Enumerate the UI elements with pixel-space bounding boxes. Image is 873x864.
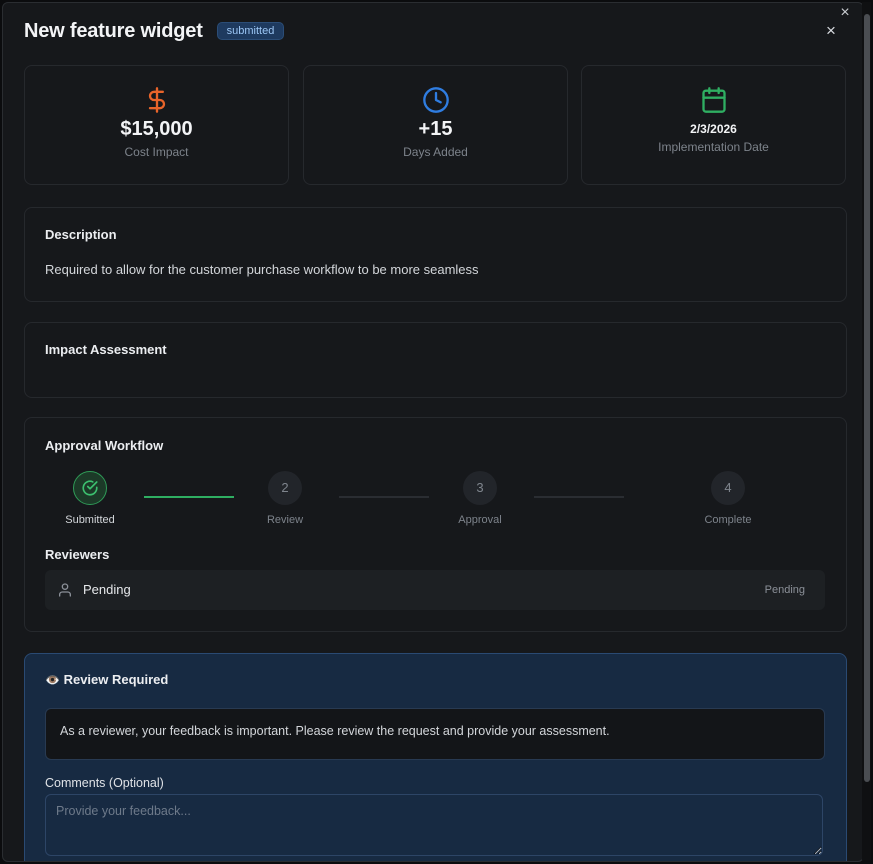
days-added-card: +15 Days Added [303, 65, 568, 185]
cost-impact-label: Cost Impact [124, 145, 189, 159]
step-label: Approval [458, 514, 502, 526]
comments-textarea[interactable] [45, 794, 823, 856]
workflow-step-complete: 4 Complete [683, 471, 773, 526]
step-connector [339, 496, 429, 498]
outer-close-button[interactable]: × [836, 4, 854, 22]
check-circle-icon [82, 480, 98, 496]
step-number: 4 [711, 471, 745, 505]
impact-assessment-title: Impact Assessment [45, 342, 167, 357]
comments-label: Comments (Optional) [45, 776, 164, 790]
user-icon [59, 583, 71, 597]
days-added-value: +15 [418, 118, 453, 140]
description-title: Description [45, 227, 117, 242]
workflow-step-submitted: Submitted [45, 471, 135, 526]
implementation-date-value: 2/3/2026 [690, 122, 737, 136]
modal-header: New feature widget submitted [24, 17, 285, 45]
cost-impact-value: $15,000 [120, 118, 193, 140]
step-label: Review [266, 514, 304, 526]
calendar-icon [701, 87, 726, 113]
modal-title: New feature widget [24, 19, 203, 42]
scrollbar-thumb[interactable] [864, 14, 870, 782]
dollar-icon [148, 87, 165, 113]
review-required-title: 👁️ Review Required [45, 672, 168, 687]
step-connector [534, 496, 624, 498]
reviewers-title: Reviewers [45, 547, 110, 562]
approval-workflow-section: Approval Workflow Submitted 2 Review 3 A… [24, 417, 847, 632]
description-text: Required to allow for the customer purch… [45, 262, 479, 277]
workflow-step-review: 2 Review [240, 471, 330, 526]
change-request-modal: New feature widget submitted × $15,000 C… [2, 2, 864, 862]
reviewer-name: Pending [83, 582, 131, 597]
reviewer-info-text: As a reviewer, your feedback is importan… [60, 724, 610, 738]
status-badge: submitted [216, 22, 285, 40]
step-label: Complete [704, 514, 752, 526]
impact-assessment-section: Impact Assessment [24, 322, 847, 398]
description-section: Description Required to allow for the cu… [24, 207, 847, 302]
implementation-date-label: Implementation Date [658, 140, 769, 154]
implementation-date-card: 2/3/2026 Implementation Date [581, 65, 846, 185]
review-required-label: Review Required [63, 672, 169, 687]
step-label: Submitted [65, 514, 115, 526]
days-added-label: Days Added [403, 145, 468, 159]
step-complete-indicator [73, 471, 107, 505]
reviewer-info-box: As a reviewer, your feedback is importan… [45, 708, 825, 760]
step-number: 2 [268, 471, 302, 505]
workflow-step-approval: 3 Approval [435, 471, 525, 526]
close-button[interactable]: × [821, 21, 841, 41]
cost-impact-card: $15,000 Cost Impact [24, 65, 289, 185]
reviewer-row: Pending Pending [45, 570, 825, 610]
step-number: 3 [463, 471, 497, 505]
eye-icon: 👁️ [45, 673, 60, 687]
approval-workflow-title: Approval Workflow [45, 438, 164, 453]
reviewer-status: Pending [764, 584, 805, 596]
review-required-section: 👁️ Review Required As a reviewer, your f… [24, 653, 847, 861]
step-connector [144, 496, 234, 498]
clock-icon [422, 87, 449, 113]
